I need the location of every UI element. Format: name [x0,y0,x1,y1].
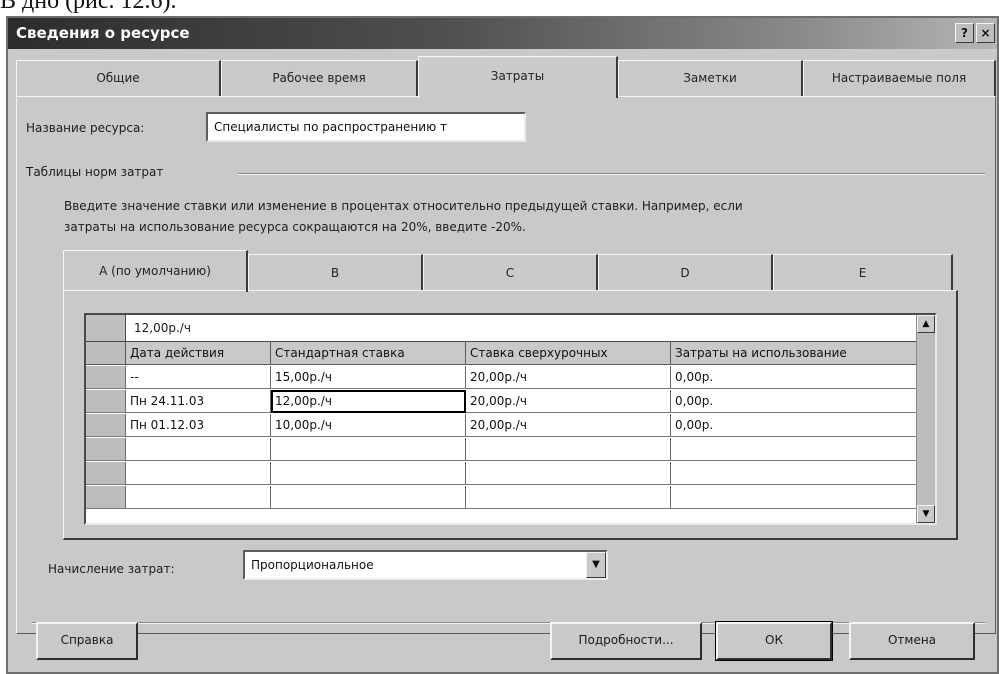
tab-costs[interactable]: Затраты [418,56,618,98]
table-cell[interactable]: 0,00р. [671,414,919,437]
tab-notes[interactable]: Заметки [618,60,803,96]
scroll-up-icon[interactable]: ▲ [917,315,935,333]
close-icon[interactable]: × [976,23,995,43]
cost-accrual-label: Начисление затрат: [48,562,175,576]
table-cell[interactable] [271,486,466,509]
table-cell[interactable]: 20,00р./ч [466,414,671,437]
column-header[interactable]: Затраты на использование [671,342,919,365]
table-cell[interactable] [671,462,919,485]
table-cell[interactable] [126,486,271,509]
scroll-down-icon[interactable]: ▼ [917,505,935,523]
grid-edit-bar: 12,00р./ч [86,315,935,342]
table-cell[interactable] [126,462,271,485]
tab-general[interactable]: Общие [16,60,221,96]
tab-custom-fields[interactable]: Настраиваемые поля [803,60,996,96]
column-header[interactable]: Стандартная ставка [271,342,466,365]
table-cell[interactable] [466,438,671,461]
tab-rate-table-b[interactable]: B [248,254,423,290]
table-cell[interactable] [126,438,271,461]
instructions-line-1: Введите значение ставки или изменение в … [64,199,743,213]
table-cell[interactable]: Пн 01.12.03 [126,414,271,437]
cost-accrual-select[interactable]: Пропорциональное ▼ [243,550,608,580]
row-header[interactable] [86,414,126,437]
table-cell[interactable] [466,462,671,485]
table-cell[interactable]: -- [126,366,271,389]
table-cell[interactable]: Пн 24.11.03 [126,390,271,413]
column-header[interactable]: Ставка сверхурочных [466,342,671,365]
cost-accrual-value: Пропорциональное [251,558,374,572]
dialog-tabs: Общие Рабочее время Затраты Заметки Наст… [16,56,996,98]
column-header[interactable]: Дата действия [126,342,271,365]
table-cell[interactable] [466,486,671,509]
group-divider [238,173,985,175]
row-header[interactable] [86,462,126,485]
table-cell[interactable] [271,438,466,461]
row-header[interactable] [86,390,126,413]
dialog-titlebar[interactable]: Сведения о ресурсе ? × [8,18,997,49]
tab-working-time[interactable]: Рабочее время [221,60,418,96]
row-header[interactable] [86,438,126,461]
grid-corner [86,315,126,341]
tab-rate-table-c[interactable]: C [423,254,598,290]
grid-header-corner [86,342,126,365]
table-cell[interactable]: 10,00р./ч [271,414,466,437]
instructions-line-2: затраты на использование ресурса сокраща… [64,220,526,234]
resource-name-label: Название ресурса: [26,121,145,135]
row-header[interactable] [86,486,126,509]
cost-rate-grid: 12,00р./ч Дата действия Стандартная ставк… [84,313,937,525]
table-cell[interactable]: 0,00р. [671,390,919,413]
row-header[interactable] [86,366,126,389]
table-cell[interactable]: 20,00р./ч [466,366,671,389]
chevron-down-icon[interactable]: ▼ [586,552,606,578]
tab-rate-table-a[interactable]: А (по умолчанию) [63,250,248,292]
footer-divider [32,622,985,624]
tab-rate-table-d[interactable]: D [598,254,773,290]
help-icon[interactable]: ? [955,23,974,43]
resource-name-field[interactable]: Специалисты по распространению т [206,112,526,142]
table-cell[interactable] [271,462,466,485]
table-cell[interactable] [671,438,919,461]
table-cell[interactable]: 15,00р./ч [271,366,466,389]
table-cell[interactable]: 20,00р./ч [466,390,671,413]
details-button[interactable]: Подробности... [550,622,702,660]
tab-rate-table-e[interactable]: E [773,254,953,290]
rate-table-tabs: А (по умолчанию) B C D E [63,250,958,292]
rate-table-panel: 12,00р./ч Дата действия Стандартная ставк… [63,290,958,540]
table-cell[interactable]: 0,00р. [671,366,919,389]
dialog-title: Сведения о ресурсе [16,24,190,42]
resource-info-dialog: Сведения о ресурсе ? × Общие Рабочее вре… [6,16,999,674]
table-cell[interactable]: 12,00р./ч [271,390,466,413]
table-cell[interactable] [671,486,919,509]
cancel-button[interactable]: Отмена [849,622,975,660]
grid-scrollbar[interactable]: ▲ ▼ [916,315,935,523]
cost-tables-group-label: Таблицы норм затрат [26,165,164,179]
help-button[interactable]: Справка [36,622,138,660]
grid-edit-value[interactable]: 12,00р./ч [134,315,191,341]
ok-button[interactable]: ОК [715,621,833,661]
